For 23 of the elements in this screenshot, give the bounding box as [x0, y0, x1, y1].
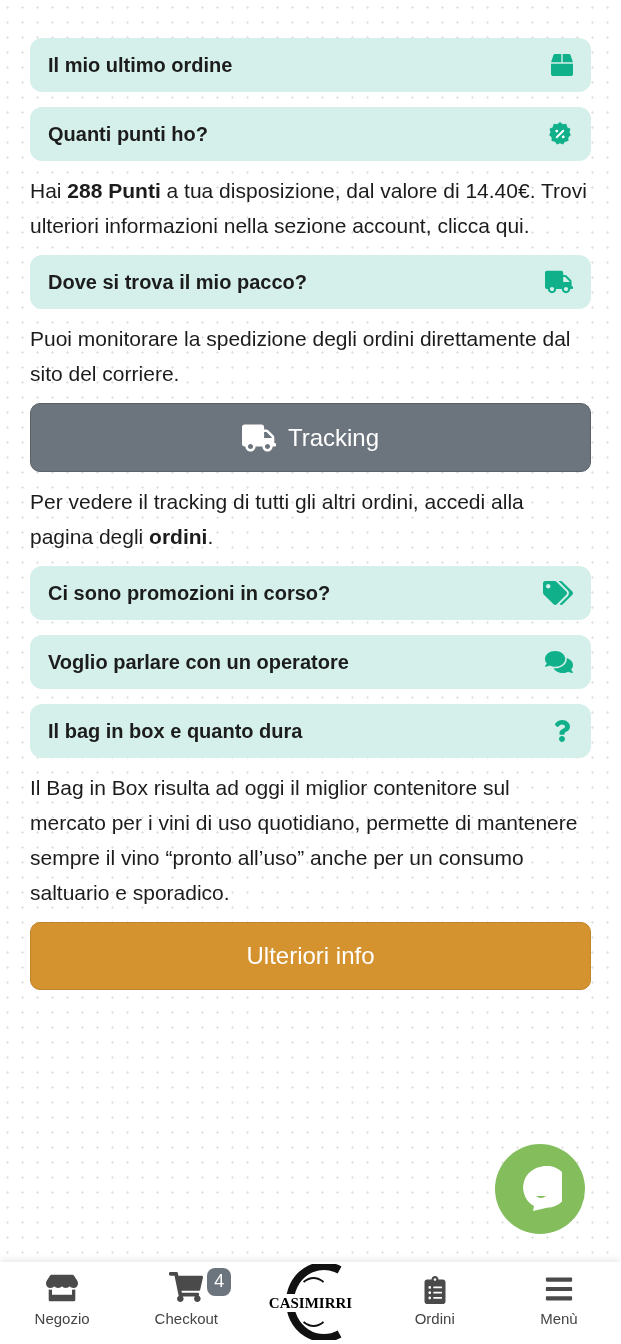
brand-logo[interactable]: CASIMIRRI — [268, 1294, 353, 1312]
box-icon — [551, 54, 573, 76]
cart-icon — [169, 1269, 204, 1304]
nav-tab[interactable]: Negozio — [0, 1262, 125, 1344]
faq-question[interactable]: Ci sono promozioni in corso? — [30, 566, 591, 620]
nav-tab[interactable]: Ordini — [372, 1262, 497, 1344]
answer-text: Puoi monitorare la spedizione degli ordini direttamente dal sito del corriere. — [30, 326, 572, 387]
tags-icon — [543, 578, 573, 608]
faq-question[interactable]: Il bag in box e quanto dura — [30, 704, 591, 758]
answer-text: Il Bag in Box risulta ad oggi il miglior contenitore sul mercato per i vini di uso quotidiano, permette di mantenere sempre il vino “pronto all’uso” anche per un consumo saltuario e sporadico. — [30, 775, 579, 906]
faq-question[interactable]: Il mio ultimo ordine — [30, 38, 591, 92]
chat-bubbles-icon — [545, 648, 573, 676]
faq-question[interactable]: Dove si trova il mio pacco? — [30, 255, 591, 309]
truck-icon — [545, 268, 573, 296]
nav-tab[interactable]: Menù — [496, 1262, 621, 1344]
faq-question[interactable]: Voglio parlare con un operatore — [30, 635, 591, 689]
answer-text: Per vedere il tracking di tutti gli altri ordini, accedi alla pagina degli ordini. — [30, 489, 525, 550]
percent-badge-icon — [547, 121, 573, 147]
answer-text: Hai 288 Punti a tua disposizione, dal valore di 14.40€. Trovi ulteriori informazioni nella sezione account, clicca qui. — [30, 178, 588, 239]
faq-question[interactable]: Quanti punti ho? — [30, 107, 591, 161]
nav-tab[interactable]: 4 Checkout — [124, 1262, 249, 1344]
tracking-button[interactable]: Tracking — [30, 403, 591, 472]
cart-count-badge: 4 — [207, 1267, 232, 1296]
